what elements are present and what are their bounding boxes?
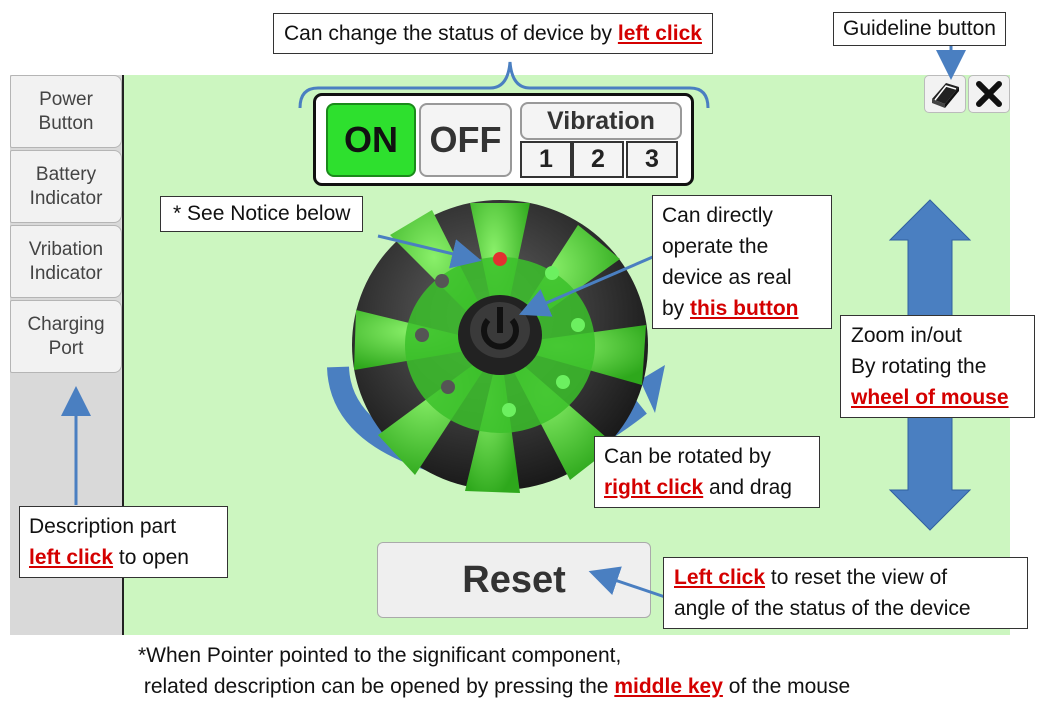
callout-guideline: Guideline button xyxy=(833,12,1006,46)
callout-notice-ref: * See Notice below xyxy=(160,196,364,232)
callout-status: Can change the status of device by left … xyxy=(273,13,713,54)
callout-operate: Can directly operate the device as real … xyxy=(652,195,832,329)
callout-zoom: Zoom in/out By rotating the wheel of mou… xyxy=(840,315,1035,418)
notice-text: *When Pointer pointed to the significant… xyxy=(138,644,851,698)
callout-description: Description part left click to open xyxy=(19,506,228,578)
callout-rotate: Can be rotated by right click and drag xyxy=(594,436,820,508)
callout-reset: Left click to reset the view of angle of… xyxy=(663,557,1028,629)
